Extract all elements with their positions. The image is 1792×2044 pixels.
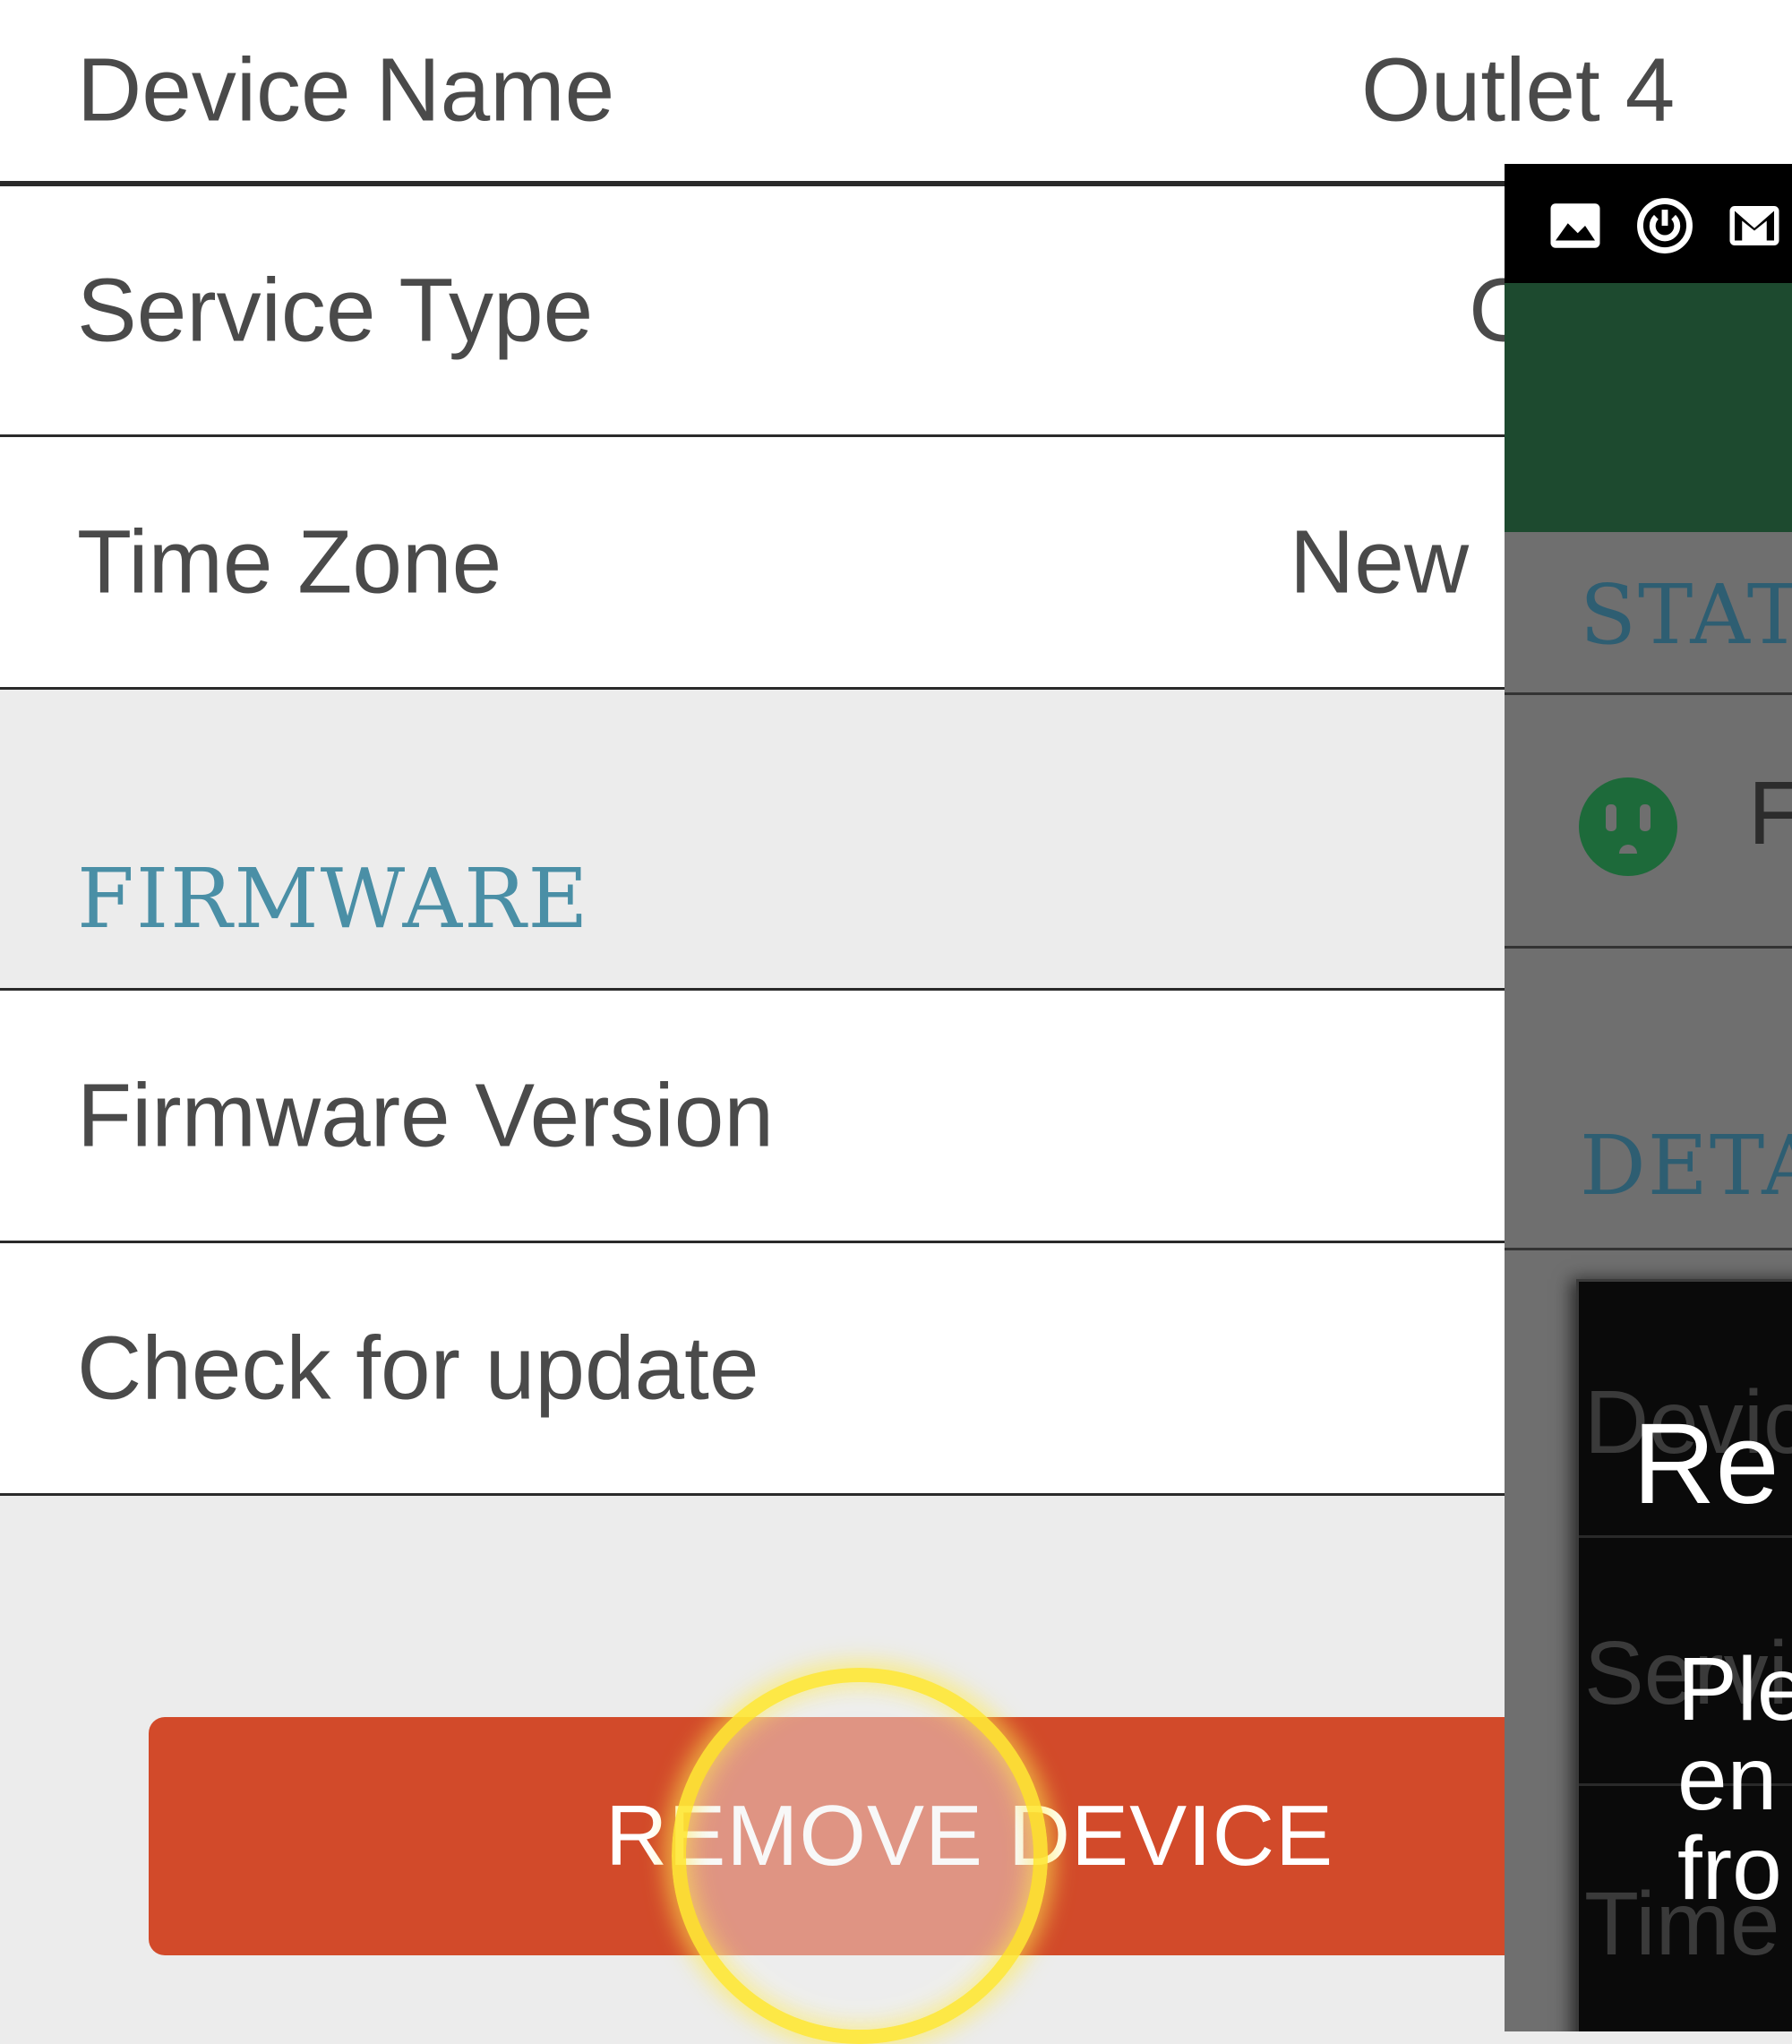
thumbnail-status-header: STAT — [1580, 567, 1792, 663]
dialog-message: Ple en fro — [1677, 1645, 1792, 1913]
thumbnail-divider — [1505, 946, 1792, 949]
remove-device-label: REMOVE DEVICE — [605, 1788, 1334, 1884]
dialog-message-line: fro — [1677, 1818, 1782, 1919]
thumbnail-details-header: DETA — [1580, 1118, 1792, 1214]
dialog-divider — [1579, 1535, 1792, 1538]
firmware-version-label: Firmware Version — [77, 1065, 774, 1165]
device-name-label: Device Name — [77, 39, 615, 141]
thumbnail-status-bar — [1505, 164, 1792, 283]
thumbnail-divider — [1505, 692, 1792, 695]
device-name-value: Outlet 4 — [1361, 39, 1676, 141]
thumbnail-app-bar — [1505, 283, 1792, 532]
outlet-icon — [1579, 777, 1677, 876]
time-zone-value: New — [1290, 511, 1470, 612]
device-settings-screen: Device Name Outlet 4 Service Type C Time… — [0, 0, 1792, 2044]
remove-confirmation-dialog[interactable]: Devic Servi Time Re Ple en fro — [1576, 1279, 1792, 2031]
time-zone-label: Time Zone — [77, 511, 502, 612]
service-type-label: Service Type — [77, 260, 594, 360]
device-name-row[interactable]: Device Name Outlet 4 — [0, 0, 1792, 184]
recent-app-thumbnail[interactable]: STAT F DETA Devic Devic Servi Time Re Pl… — [1505, 164, 1792, 2031]
dialog-message-line: en — [1677, 1729, 1778, 1829]
gmail-notification-icon — [1729, 206, 1779, 245]
thumbnail-divider — [1505, 1248, 1792, 1250]
thumbnail-outlet-name: F — [1748, 763, 1792, 863]
power-notification-icon — [1637, 198, 1693, 253]
dialog-message-line: Ple — [1677, 1639, 1792, 1739]
firmware-section-header: FIRMWARE — [77, 851, 590, 947]
image-notification-icon — [1550, 203, 1600, 248]
check-for-update-label: Check for update — [77, 1318, 759, 1418]
dialog-title: Re — [1633, 1400, 1779, 1528]
